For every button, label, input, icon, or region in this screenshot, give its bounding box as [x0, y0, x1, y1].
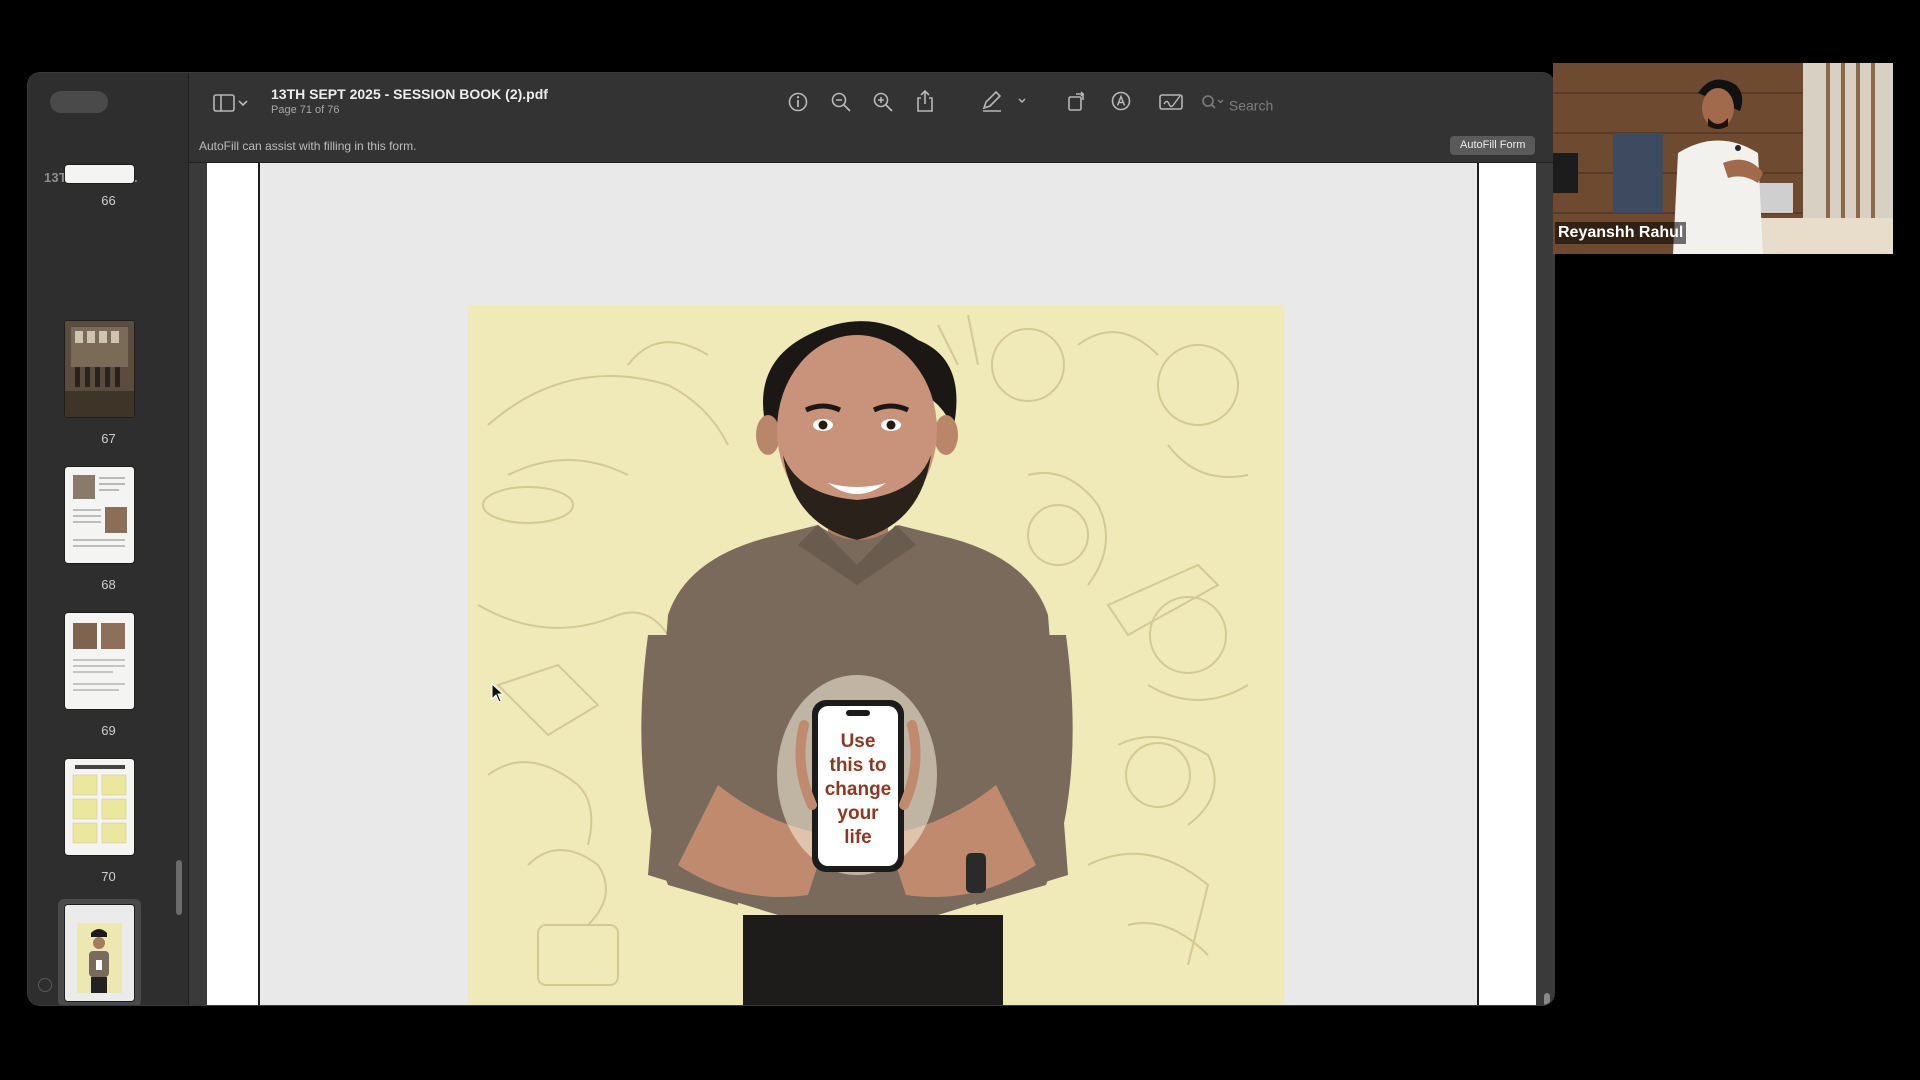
- thumbnail-page-68[interactable]: 68: [28, 467, 189, 607]
- page-thumbnail: [65, 759, 134, 855]
- sidebar-scrollbar[interactable]: [176, 860, 182, 915]
- sidebar-toggle-icon[interactable]: [213, 92, 249, 119]
- search-field[interactable]: Search: [1201, 92, 1341, 116]
- page-thumbnail: [65, 467, 134, 563]
- autofill-form-button[interactable]: AutoFill Form: [1450, 136, 1536, 155]
- thumbnail-sidebar: 13TH SEPT 2... 66: [28, 73, 189, 1005]
- search-placeholder: Search: [1228, 97, 1274, 114]
- pdf-viewer-window: 13TH SEPT 2... 66: [28, 73, 1554, 1005]
- page-thumbnail: [65, 321, 134, 417]
- document-view[interactable]: Use this to change your life: [189, 163, 1554, 1005]
- phone-text-line-3: change: [825, 779, 892, 800]
- annotate-icon[interactable]: [1110, 90, 1132, 117]
- zoom-in-icon[interactable]: [872, 91, 894, 118]
- page-thumbnail: [65, 905, 134, 1001]
- phone-text-line-4: your: [837, 803, 879, 824]
- page-number: 68: [101, 577, 116, 592]
- thumbnail-page-66[interactable]: 66: [28, 165, 189, 305]
- page-thumbnail: [65, 165, 134, 183]
- page-number: 67: [101, 431, 116, 446]
- pdf-page: Use this to change your life: [207, 163, 1536, 1005]
- document-scrollbar[interactable]: [1544, 993, 1550, 1005]
- thumbnail-page-69[interactable]: 69: [28, 613, 189, 753]
- toolbar: 13TH SEPT 2025 - SESSION BOOK (2).pdf Pa…: [189, 73, 1554, 163]
- page-number: 70: [101, 869, 116, 884]
- page-number: 66: [101, 193, 116, 208]
- info-icon[interactable]: [787, 91, 809, 118]
- document-title: 13TH SEPT 2025 - SESSION BOOK (2).pdf: [271, 86, 548, 102]
- thumbnail-page-67[interactable]: 67: [28, 321, 189, 461]
- participant-name: Reyanshh Rahul: [1555, 222, 1687, 244]
- thumbnail-page-71[interactable]: 71: [28, 899, 189, 1005]
- autofill-message: AutoFill can assist with filling in this…: [199, 139, 417, 153]
- caricature-illustration: Use this to change your life: [468, 305, 1284, 1005]
- page-thumbnail: [65, 613, 134, 709]
- phone-text-line-1: Use: [841, 731, 876, 752]
- page-status: Page 71 of 76: [271, 104, 340, 116]
- phone-text-line-5: life: [844, 827, 871, 848]
- page-canvas: Use this to change your life: [258, 163, 1479, 1005]
- phone-text-line-2: this to: [830, 755, 887, 776]
- rotate-icon[interactable]: [1066, 90, 1088, 117]
- window-controls[interactable]: [50, 91, 108, 113]
- share-icon[interactable]: [914, 89, 936, 118]
- search-icon: [1201, 93, 1225, 117]
- markup-pen-icon[interactable]: [981, 90, 1029, 117]
- sidebar-options-icon[interactable]: [38, 978, 52, 992]
- signature-icon[interactable]: [1158, 90, 1186, 117]
- zoom-out-icon[interactable]: [830, 91, 852, 118]
- page-number: 69: [101, 723, 116, 738]
- mouse-cursor-icon: [491, 682, 505, 708]
- participant-video-tile[interactable]: Reyanshh Rahul: [1553, 63, 1893, 254]
- thumbnail-page-70[interactable]: 70: [28, 759, 189, 899]
